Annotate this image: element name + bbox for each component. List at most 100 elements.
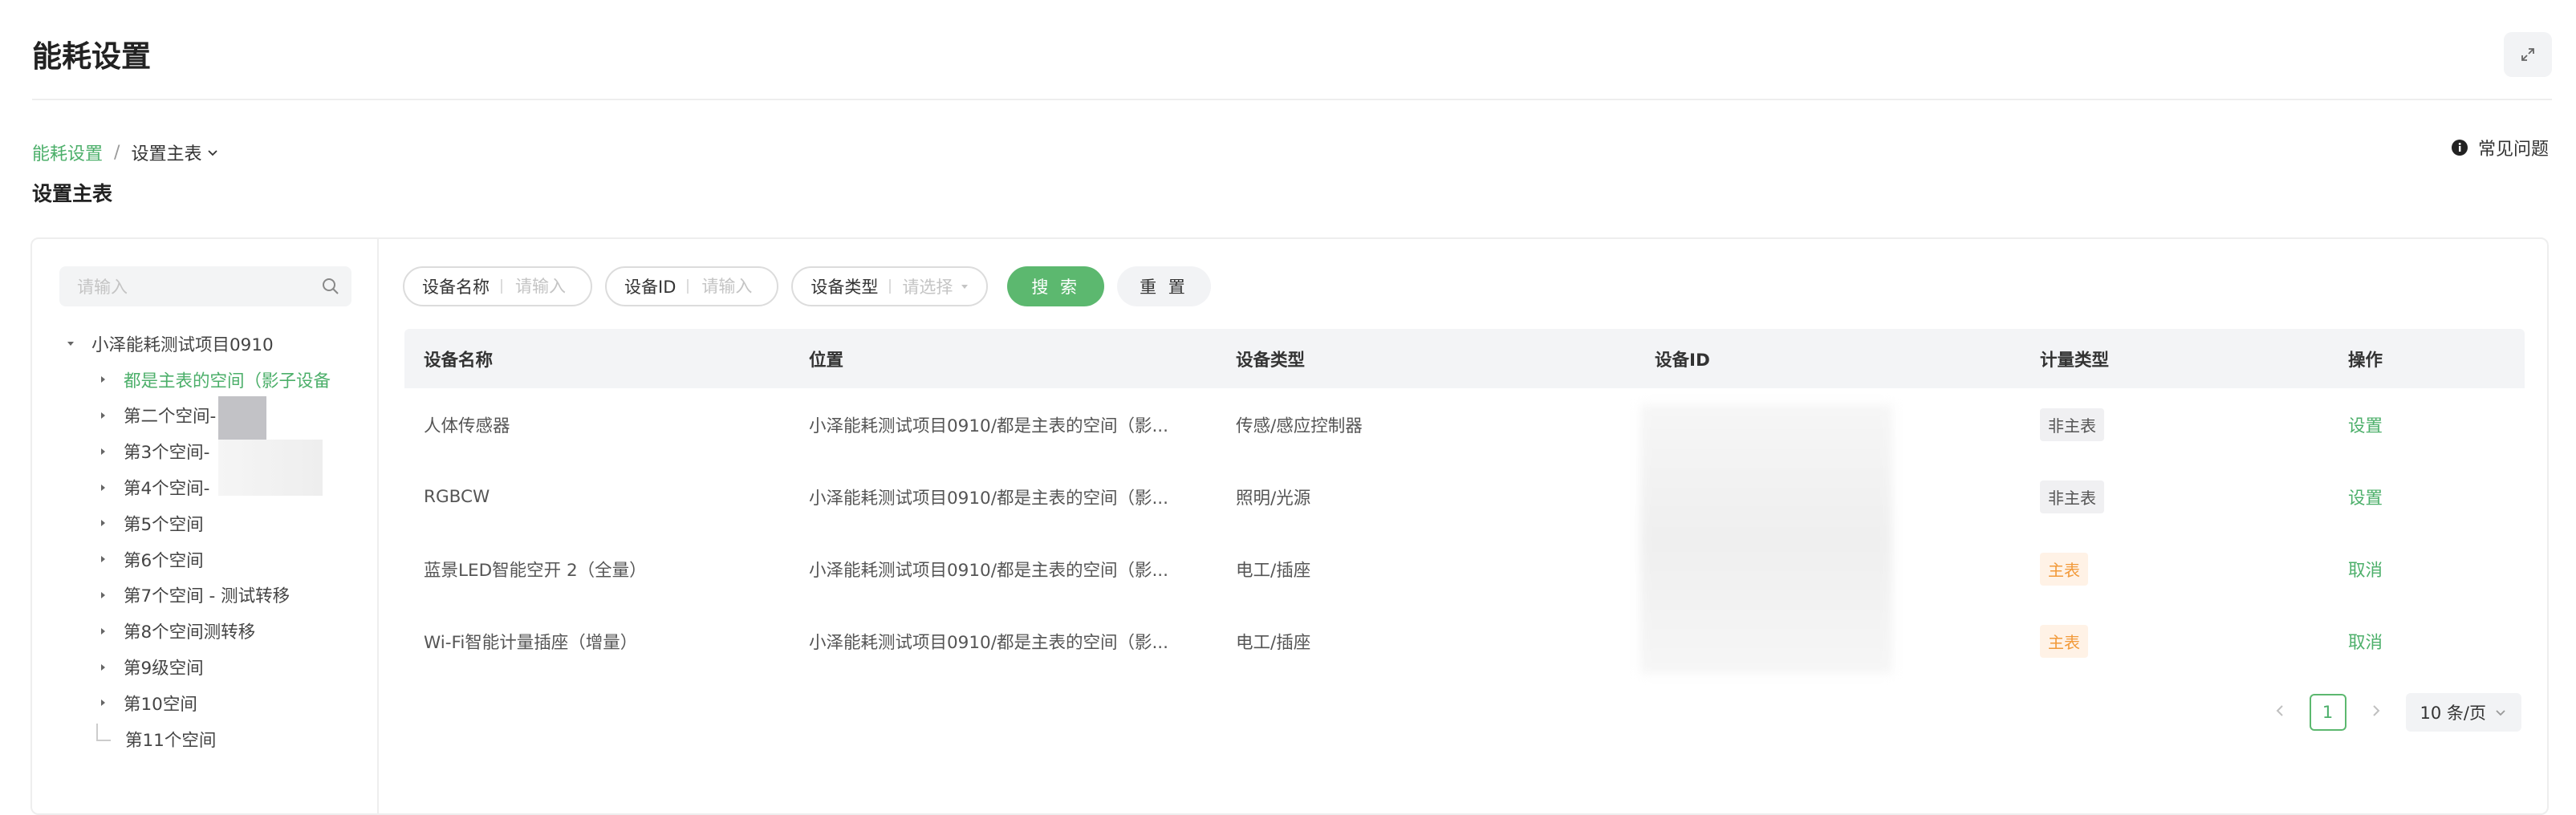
caret-right-icon[interactable] [96,696,109,709]
device-table-area: 设备名称 设备ID 设备类型 请选择 搜 索 重 置 [377,239,2547,813]
reset-button[interactable]: 重 置 [1117,266,1211,306]
space-tree: 小泽能耗测试项目0910 都是主表的空间（影子设备 第二个空间- 第3个空间- … [64,326,377,757]
tree-node-label: 第11个空间 [125,730,217,751]
device-type-filter[interactable]: 设备类型 请选择 [791,266,989,306]
chevron-left-icon [2276,704,2283,716]
tree-node-item[interactable]: 第7个空间 - 测试转移 [64,578,377,614]
filter-separator [889,279,892,294]
page-number-button[interactable]: 1 [2309,694,2346,731]
tree-node-label: 第7个空间 - 测试转移 [124,586,291,607]
tree-node-item[interactable]: 第6个空间 [64,541,377,578]
column-header: 计量类型 [2040,350,2110,371]
row-action-link[interactable]: 取消 [2348,557,2383,582]
tree-node-item[interactable]: 第11个空间 [64,721,377,757]
row-action-link[interactable]: 取消 [2348,629,2383,654]
filter-label: 设备名称 [422,278,490,297]
caret-right-icon[interactable] [96,445,109,458]
row-action-link[interactable]: 设置 [2348,485,2383,509]
caret-down-icon [961,285,969,289]
row-action-link[interactable]: 设置 [2348,412,2383,437]
cell-device-name: Wi-Fi智能计量插座（增量） [424,632,638,653]
fullscreen-button[interactable] [2504,32,2552,77]
tree-node-label: 第5个空间 [124,514,204,535]
tree-node-item[interactable]: 第9级空间 [64,649,377,685]
tree-node-item[interactable]: 第8个空间测转移 [64,613,377,649]
device-id-input[interactable] [700,276,760,297]
breadcrumb: 能耗设置 / 设置主表 [32,140,219,165]
expand-icon [2521,48,2534,61]
device-type-select[interactable]: 请选择 [902,274,969,298]
column-header: 位置 [809,350,844,371]
column-header: 设备ID [1655,350,1710,371]
faq-link[interactable]: 常见问题 [2451,135,2549,160]
search-button[interactable]: 搜 索 [1007,266,1105,306]
tree-node-label: 都是主表的空间（影子设备 [124,371,331,391]
prev-page-button[interactable] [2274,703,2285,723]
page-size-select[interactable]: 10 条/页 [2405,693,2521,732]
cell-device-type: 照明/光源 [1236,488,1311,509]
tree-node-item[interactable]: 第5个空间 [64,505,377,541]
tree-node-item[interactable]: 第10空间 [64,685,377,721]
caret-right-icon[interactable] [96,373,109,386]
tree-node-item[interactable]: 都是主表的空间（影子设备 [64,362,377,398]
caret-down-icon[interactable] [64,337,77,350]
table-row: Wi-Fi智能计量插座（增量） 小泽能耗测试项目0910/都是主表的空间（影..… [404,605,2525,677]
filter-label: 设备ID [624,278,677,297]
caret-right-icon[interactable] [96,481,109,494]
column-header: 设备类型 [1236,350,1306,371]
tree-node-label: 第9级空间 [124,659,204,679]
breadcrumb-current-dropdown[interactable]: 设置主表 [131,140,219,165]
cell-location: 小泽能耗测试项目0910/都是主表的空间（影... [809,560,1168,581]
section-title: 设置主表 [32,182,113,205]
table-row: RGBCW 小泽能耗测试项目0910/都是主表的空间（影... 照明/光源 非主… [404,460,2525,533]
meter-type-badge: 非主表 [2040,408,2104,441]
meter-type-badge: 主表 [2040,552,2088,586]
meter-type-badge: 主表 [2040,624,2088,658]
table-row: 人体传感器 小泽能耗测试项目0910/都是主表的空间（影... 传感/感应控制器… [404,388,2525,460]
caret-right-icon[interactable] [96,517,109,529]
search-icon[interactable] [321,277,340,296]
select-placeholder: 请选择 [902,278,953,297]
space-tree-sidebar: 小泽能耗测试项目0910 都是主表的空间（影子设备 第二个空间- 第3个空间- … [32,239,379,813]
chevron-right-icon [2372,704,2379,716]
header-divider [32,99,2552,100]
filter-separator [687,279,689,294]
breadcrumb-separator: / [114,142,120,163]
caret-right-icon[interactable] [96,625,109,638]
cell-device-name: RGBCW [424,486,490,507]
tree-node-label: 第二个空间- [124,407,217,428]
tree-node-label: 第8个空间测转移 [124,622,256,643]
tree-node-root[interactable]: 小泽能耗测试项目0910 [64,326,377,362]
table-row: 蓝景LED智能空开 2（全量） 小泽能耗测试项目0910/都是主表的空间（影..… [404,533,2525,605]
caret-right-icon[interactable] [96,553,109,566]
faq-label: 常见问题 [2477,140,2549,160]
cell-location: 小泽能耗测试项目0910/都是主表的空间（影... [809,632,1168,653]
filter-separator [501,279,502,294]
tree-node-label: 第4个空间- [124,479,210,500]
chevron-down-icon [208,150,218,156]
caret-right-icon[interactable] [96,661,109,674]
column-header: 设备名称 [424,350,494,371]
cell-device-name: 蓝景LED智能空开 2（全量） [424,560,647,581]
chevron-down-icon [2496,710,2505,716]
caret-right-icon[interactable] [96,589,109,602]
redacted-block [218,440,323,496]
filter-bar: 设备名称 设备ID 设备类型 请选择 搜 索 重 置 [403,266,1211,306]
pagination: 1 10 条/页 [2274,693,2521,732]
table-header: 设备名称 位置 设备类型 设备ID 计量类型 操作 [404,329,2525,388]
device-id-filter[interactable]: 设备ID [605,266,779,306]
caret-right-icon[interactable] [96,409,109,422]
device-name-input[interactable] [514,276,573,297]
breadcrumb-current-label: 设置主表 [131,144,202,164]
page-title: 能耗设置 [32,39,151,74]
tree-search-input[interactable] [59,266,319,308]
device-name-filter[interactable]: 设备名称 [403,266,592,306]
content-panel: 小泽能耗测试项目0910 都是主表的空间（影子设备 第二个空间- 第3个空间- … [30,237,2549,815]
info-icon [2451,140,2468,156]
next-page-button[interactable] [2371,703,2382,723]
device-table: 设备名称 位置 设备类型 设备ID 计量类型 操作 人体传感器 小泽能耗测试项目… [404,329,2525,677]
tree-node-label: 小泽能耗测试项目0910 [91,335,274,355]
breadcrumb-link-energy-settings[interactable]: 能耗设置 [32,140,103,165]
cell-device-type: 电工/插座 [1236,632,1311,653]
cell-location: 小泽能耗测试项目0910/都是主表的空间（影... [809,416,1168,436]
